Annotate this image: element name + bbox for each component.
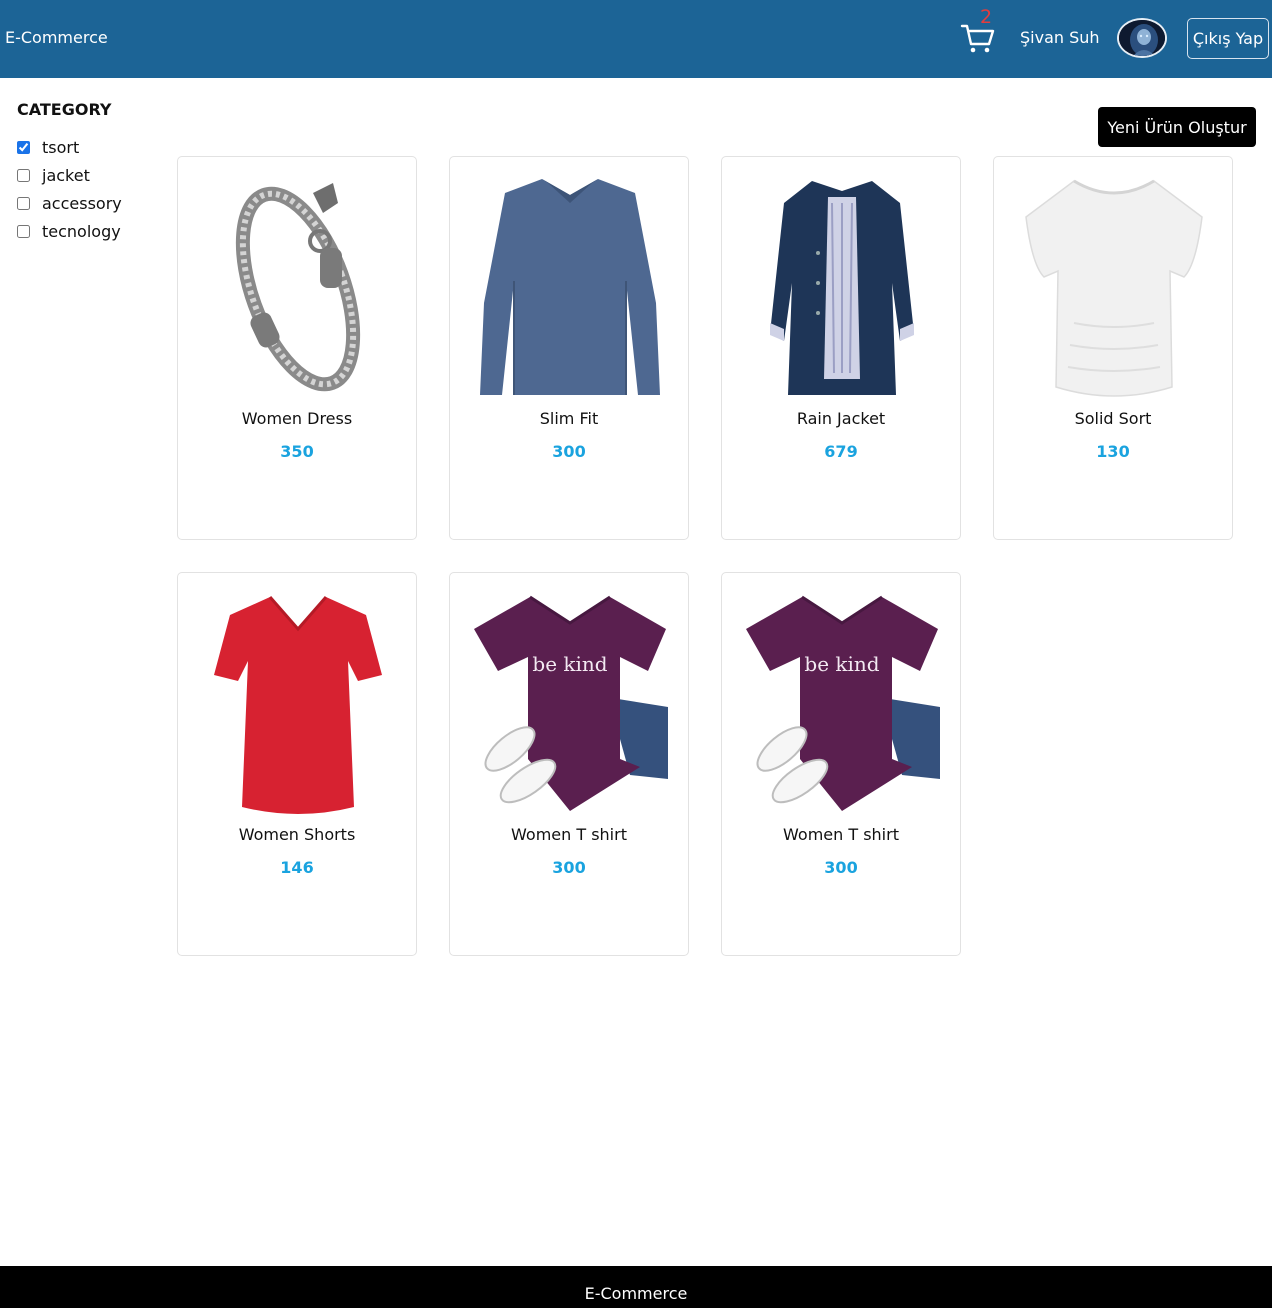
product-card[interactable]: Women Shorts 146 <box>177 572 417 956</box>
product-card[interactable]: be kind Women T shirt 300 <box>721 572 961 956</box>
product-price: 130 <box>1096 442 1130 461</box>
category-checkbox-tecnology[interactable] <box>17 225 30 238</box>
purple-tshirt-outfit-image[interactable]: be kind <box>470 589 670 819</box>
product-price: 300 <box>552 858 586 877</box>
product-name: Women T shirt <box>783 825 899 844</box>
navbar: E-Commerce 2 Şivan Suh Çıkış Yap <box>0 0 1272 78</box>
category-checkbox-jacket[interactable] <box>17 169 30 182</box>
product-card[interactable]: Rain Jacket 679 <box>721 156 961 540</box>
product-name: Slim Fit <box>539 409 599 428</box>
avatar-icon[interactable] <box>1117 18 1167 58</box>
bracelet-image[interactable] <box>198 173 398 403</box>
product-price: 679 <box>824 442 858 461</box>
footer: E-Commerce <box>0 1266 1272 1308</box>
category-item-tsort[interactable]: tsort <box>17 138 79 157</box>
footer-text: E-Commerce <box>584 1284 688 1303</box>
brand-link[interactable]: E-Commerce <box>5 28 108 47</box>
product-name: Rain Jacket <box>796 409 886 428</box>
category-item-tecnology[interactable]: tecnology <box>17 222 121 241</box>
product-price: 350 <box>280 442 314 461</box>
shirt-print-text: be kind <box>804 652 879 676</box>
product-price: 300 <box>824 858 858 877</box>
product-card[interactable]: Slim Fit 300 <box>449 156 689 540</box>
product-name: Women Dress <box>241 409 353 428</box>
product-card[interactable]: Women Dress 350 <box>177 156 417 540</box>
product-card[interactable]: be kind Women T shirt 300 <box>449 572 689 956</box>
product-name: Women Shorts <box>238 825 356 844</box>
category-title: CATEGORY <box>17 100 112 119</box>
category-sidebar: CATEGORY tsort jacket accessory tecnolog… <box>17 100 157 241</box>
category-label: tecnology <box>42 222 121 241</box>
category-item-jacket[interactable]: jacket <box>17 166 90 185</box>
shirt-print-text: be kind <box>532 652 607 676</box>
category-label: jacket <box>42 166 90 185</box>
red-tshirt-image[interactable] <box>198 589 398 819</box>
category-checkbox-accessory[interactable] <box>17 197 30 210</box>
product-card[interactable]: Solid Sort 130 <box>993 156 1233 540</box>
product-name: Solid Sort <box>1074 409 1152 428</box>
logout-button[interactable]: Çıkış Yap <box>1187 18 1269 59</box>
purple-tshirt-outfit-image[interactable]: be kind <box>742 589 942 819</box>
long-sleeve-shirt-image[interactable] <box>470 173 670 403</box>
category-checkbox-tsort[interactable] <box>17 141 30 154</box>
cart-count-badge: 2 <box>980 6 993 28</box>
create-product-button[interactable]: Yeni Ürün Oluştur <box>1098 107 1256 147</box>
category-item-accessory[interactable]: accessory <box>17 194 122 213</box>
username[interactable]: Şivan Suh <box>1020 28 1100 47</box>
product-price: 146 <box>280 858 314 877</box>
product-price: 300 <box>552 442 586 461</box>
rain-jacket-image[interactable] <box>742 173 942 403</box>
category-label: tsort <box>42 138 80 157</box>
white-top-image[interactable] <box>1014 173 1214 403</box>
category-label: accessory <box>42 194 122 213</box>
product-name: Women T shirt <box>511 825 627 844</box>
